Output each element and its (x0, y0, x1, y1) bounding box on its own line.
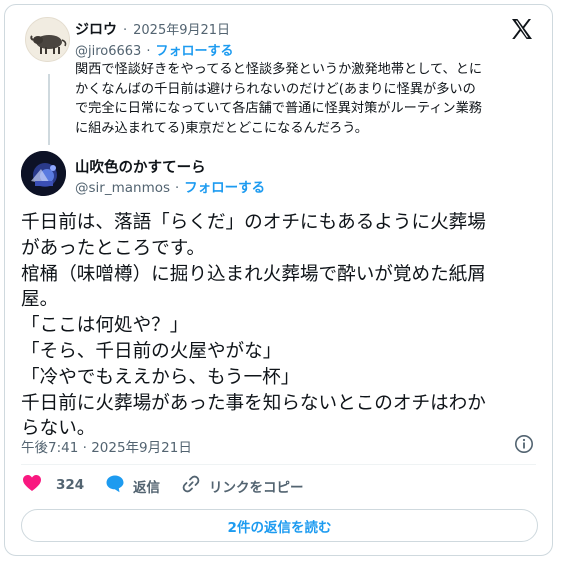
divider (21, 464, 536, 465)
like-action[interactable]: 324 (22, 474, 84, 496)
reply-text-line: 関西で怪談好きをやってると怪談多発というか激発地帯として、とに (75, 62, 483, 77)
reply-text: 関西で怪談好きをやってると怪談多発というか激発地帯として、とに かくなんばの千日… (75, 60, 482, 138)
author-handle[interactable]: @sir_manmos (75, 180, 170, 196)
avatar[interactable] (21, 151, 66, 196)
author-follow-button[interactable]: フォローする (184, 176, 265, 196)
author-display-name[interactable]: 山吹色のかすてーら (75, 160, 206, 176)
reply-text-line: に組み込まれてる)東京だとどこになるんだろう。 (75, 120, 368, 136)
embedded-post-card: ジロウ · 2025年9月21日 @jiro6663 · フォローする 関西で怪… (4, 4, 553, 556)
post-text-line: 屋。 (21, 289, 59, 311)
post-text-line: 「ここは何処や？」 (21, 315, 189, 337)
post-timestamp[interactable]: 午後7:41 · 2025年9月21日 (21, 436, 192, 456)
post-text-line: があったところです。 (21, 237, 206, 259)
reply-handle-separator: · (146, 44, 151, 59)
reply-date[interactable]: 2025年9月21日 (133, 19, 230, 38)
reply-label: 返信 (133, 479, 160, 496)
reply-text-line: で完全に日常になっていて各店舗で普通に怪異対策がルーティン業務 (75, 101, 482, 116)
copy-link-label: リンクをコピー (209, 480, 304, 496)
read-replies-button[interactable]: 2件の返信を読む (21, 509, 538, 542)
post-text-line: 「そら、千日前の火屋やがな」 (21, 340, 282, 362)
heart-icon (22, 474, 42, 496)
thread-connector-line (48, 74, 50, 145)
reply-follow-button[interactable]: フォローする (155, 40, 233, 59)
reply-action[interactable]: 返信 (105, 474, 160, 497)
post-text-line: 棺桶（味噌樽）に掘り込まれ火葬場で酔いが覚めた紙屑 (21, 263, 486, 285)
post-text-line: 「冷やでもええから、もう一杯」 (21, 366, 300, 388)
author-handle-separator: · (175, 181, 180, 196)
reply-text-line: かくなんばの千日前は避けられないのだけど(あまりに怪異が多いの (75, 81, 476, 97)
post-text: 千日前は、落語「らくだ」のオチにもあるように火葬場 があったところです。 棺桶（… (21, 210, 486, 442)
post-text-line: 千日前は、落語「らくだ」のオチにもあるように火葬場 (21, 212, 486, 233)
reply-bubble-icon (105, 474, 125, 497)
like-count: 324 (56, 477, 85, 493)
reply-handle[interactable]: @jiro6663 (75, 44, 141, 59)
avatar[interactable] (25, 17, 70, 62)
post-text-line: 千日前に火葬場があった事を知らないとこのオチはわか (21, 392, 486, 414)
reply-display-name[interactable]: ジロウ (75, 19, 117, 39)
copy-link-action[interactable]: リンクをコピー (181, 474, 304, 498)
link-icon (181, 474, 201, 498)
reply-date-separator: · (123, 23, 128, 38)
x-logo-icon[interactable] (510, 17, 534, 41)
info-icon[interactable] (514, 434, 534, 454)
